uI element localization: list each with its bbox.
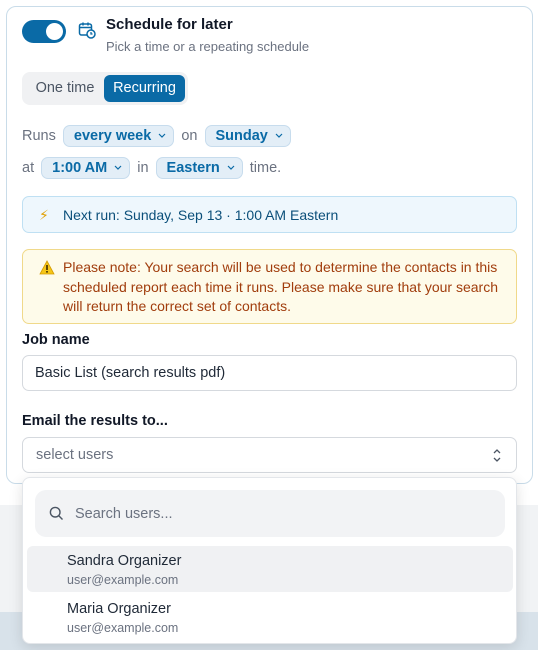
time-suffix: time. (249, 160, 282, 176)
user-email: user@example.com (67, 621, 179, 635)
warning-banner: Please note: Your search will be used to… (22, 249, 517, 324)
chevron-down-icon (158, 133, 166, 139)
job-name-label: Job name (22, 332, 90, 348)
user-search-input[interactable] (73, 499, 497, 529)
users-dropdown: Sandra Organizer user@example.com Maria … (22, 477, 517, 644)
runs-line: Runs every week on Sunday (22, 124, 294, 148)
user-option[interactable]: Sandra Organizer user@example.com (27, 546, 513, 592)
email-label: Email the results to... (22, 413, 168, 429)
lightning-icon: ⚡ (39, 207, 49, 223)
schedule-toggle[interactable] (22, 20, 66, 43)
on-word: on (181, 128, 198, 144)
calendar-clock-icon (78, 22, 96, 39)
user-search-box (35, 490, 505, 537)
schedule-title: Schedule for later (106, 16, 233, 33)
user-name: Sandra Organizer (67, 553, 182, 569)
time-line: at 1:00 AM in Eastern time. (22, 156, 281, 180)
chevron-down-icon (275, 133, 283, 139)
frequency-value: every week (73, 128, 152, 145)
chevron-down-icon (227, 165, 235, 171)
schedule-subtitle: Pick a time or a repeating schedule (106, 39, 310, 54)
timezone-select[interactable]: Eastern (155, 157, 243, 180)
timezone-value: Eastern (166, 160, 220, 177)
warning-text: Please note: Your search will be used to… (63, 259, 498, 314)
email-users-select[interactable]: select users (22, 437, 517, 473)
search-icon (49, 506, 63, 520)
day-value: Sunday (215, 128, 268, 145)
runs-prefix: Runs (22, 128, 56, 144)
user-name: Maria Organizer (67, 601, 171, 617)
warning-icon (39, 260, 55, 275)
frequency-select[interactable]: every week (62, 125, 175, 148)
mode-segmented-control: One time Recurring (22, 72, 188, 105)
day-select[interactable]: Sunday (204, 125, 291, 148)
in-word: in (137, 160, 149, 176)
user-option[interactable]: Maria Organizer user@example.com (27, 594, 513, 640)
chevron-up-down-icon (493, 449, 501, 462)
select-placeholder: select users (36, 447, 114, 463)
next-run-banner: ⚡ Next run: Sunday, Sep 13 · 1:00 AM Eas… (22, 196, 517, 233)
time-select[interactable]: 1:00 AM (41, 157, 131, 180)
job-name-input[interactable] (22, 355, 517, 391)
toggle-knob (46, 23, 63, 40)
mode-one-time-button[interactable]: One time (26, 75, 104, 102)
time-value: 1:00 AM (52, 160, 108, 177)
chevron-down-icon (114, 165, 122, 171)
next-run-text: Next run: Sunday, Sep 13 · 1:00 AM Easte… (63, 207, 339, 223)
at-word: at (22, 160, 35, 176)
user-email: user@example.com (67, 573, 179, 587)
mode-recurring-button[interactable]: Recurring (104, 75, 185, 102)
